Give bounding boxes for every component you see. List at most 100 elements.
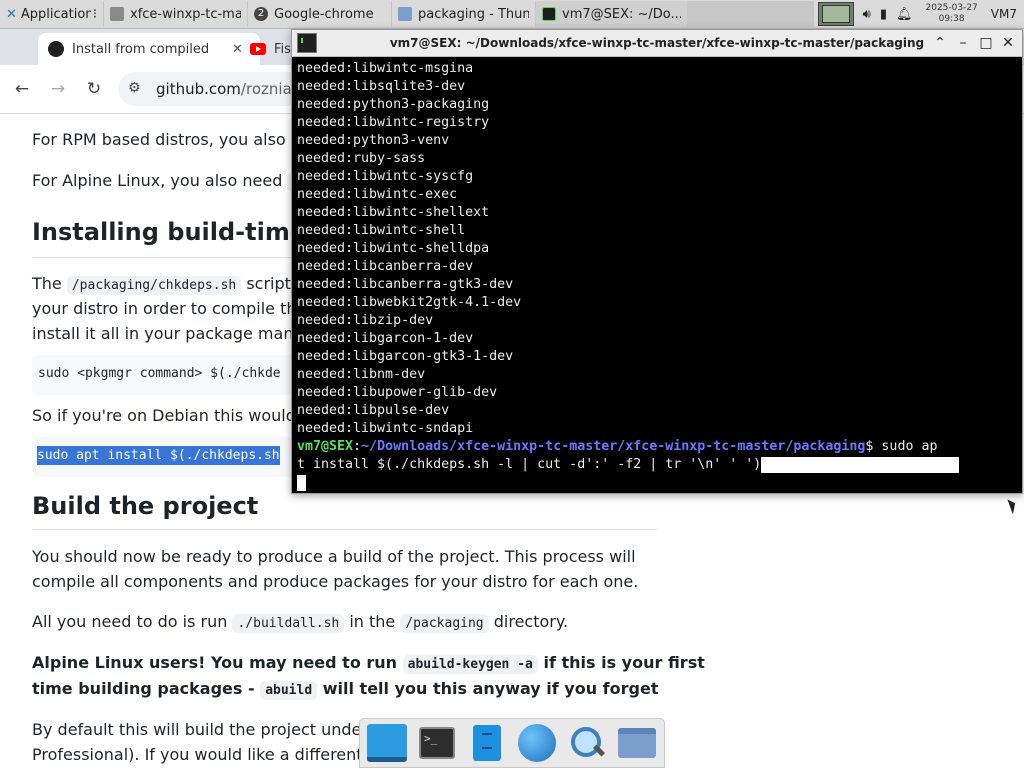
tab-label: Fis	[274, 41, 291, 57]
dock-file-manager[interactable]	[465, 721, 509, 765]
terminal-line: needed:libwintc-registry	[297, 115, 490, 130]
user-menu[interactable]: VM7	[991, 7, 1020, 21]
terminal-line: needed:libwintc-sndapi	[297, 421, 474, 436]
paragraph-ready-line2: compile all components and produce packa…	[32, 572, 639, 591]
top-panel: ✕ Applications ⁝ xfce-winxp-tc-ma... 2 G…	[0, 0, 1024, 29]
paragraph-ready-line1: You should now be ready to produce a bui…	[32, 547, 636, 566]
taskbar-button-chrome[interactable]: 2 Google-chrome	[248, 1, 392, 27]
paragraph-text: For Alpine Linux, you also need	[32, 171, 283, 190]
task-label: xfce-winxp-tc-ma...	[130, 6, 241, 22]
app-finder-icon	[569, 725, 606, 761]
paragraph-chkdeps-line3: install it all in your package manag	[32, 324, 314, 343]
terminal-line: needed:libwintc-msgina	[297, 61, 474, 76]
terminal-icon: >_	[419, 727, 455, 759]
panel-spacer	[688, 1, 814, 27]
chrome-icon: 2	[254, 7, 268, 21]
terminal-window[interactable]: vm7@SEX: ~/Downloads/xfce-winxp-tc-maste…	[291, 29, 1023, 494]
back-button[interactable]: ←	[10, 77, 34, 101]
task-label: Google-chrome	[274, 6, 374, 22]
notification-bell-icon[interactable]: 🔔︎	[896, 7, 913, 22]
forward-button[interactable]: →	[46, 77, 70, 101]
dock: >_	[359, 718, 665, 768]
paragraph-text: Alpine Linux users! You may need to run	[32, 653, 398, 672]
github-icon	[48, 41, 64, 57]
window-shade-button[interactable]: ⌃	[931, 34, 949, 52]
folder-icon	[398, 7, 412, 21]
terminal-line: needed:libwintc-exec	[297, 187, 458, 202]
paragraph-text: in the	[349, 612, 396, 631]
terminal-line: needed:python3-venv	[297, 133, 450, 148]
clock-time: 09:38	[938, 14, 965, 24]
applications-menu-button[interactable]: ✕ Applications ⁝	[0, 1, 104, 27]
terminal-line: needed:ruby-sass	[297, 151, 426, 166]
terminal-line: needed:libsqlite3-dev	[297, 79, 466, 94]
paragraph-default-line1: By default this will build the project u…	[32, 720, 390, 739]
terminal-line: needed:libwintc-shelldpa	[297, 241, 490, 256]
paragraph-rpm: For RPM based distros, you also ne	[32, 130, 311, 149]
clock[interactable]: 2025-03-27 09:38	[921, 3, 981, 25]
command-text-wrapped: t install $(./chkdeps.sh -l | cut -d':' …	[297, 457, 762, 472]
battery-icon[interactable]: ▮	[880, 7, 887, 22]
selected-code-text[interactable]: sudo apt install $(./chkdeps.sh	[37, 446, 280, 465]
dock-web-browser[interactable]	[515, 721, 559, 765]
paragraph-text: The	[32, 274, 62, 293]
taskbar-button-terminal[interactable]: vm7@SEX: ~/Do...	[536, 1, 688, 27]
workspace-thumbnail	[821, 5, 850, 23]
inline-code: abuild-keygen -a	[402, 655, 538, 674]
task-label: vm7@SEX: ~/Do...	[562, 6, 681, 22]
paragraph-default-line2: Professional). If you would like a diffe…	[32, 745, 383, 764]
terminal-line: needed:python3-packaging	[297, 97, 490, 112]
prompt-path: ~/Downloads/xfce-winxp-tc-master/xfce-wi…	[361, 439, 866, 454]
web-browser-icon	[518, 724, 556, 762]
tab-install-from-compiled[interactable]: Install from compiled ✕	[38, 33, 260, 65]
paragraph-text: time building packages -	[32, 679, 255, 698]
terminal-line: needed:libzip-dev	[297, 313, 434, 328]
inline-code: ./buildall.sh	[232, 614, 345, 633]
prompt-colon: :	[353, 439, 362, 454]
minimize-button[interactable]: –	[954, 34, 972, 52]
applications-menu-mark: ⁝	[92, 6, 97, 22]
paragraph-text: if this is your first	[543, 653, 705, 672]
chrome-window-icon	[110, 7, 124, 21]
terminal-line: needed:libpulse-dev	[297, 403, 450, 418]
heading-build-the-project: Build the project	[32, 492, 259, 520]
terminal-command-line: t install $(./chkdeps.sh -l | cut -d':' …	[297, 456, 1019, 474]
terminal-line: needed:libnm-dev	[297, 367, 426, 382]
prompt-user: vm7@SEX	[297, 439, 354, 454]
dock-terminal[interactable]: >_	[415, 721, 459, 765]
close-button[interactable]: ✕	[999, 34, 1017, 52]
terminal-titlebar[interactable]: vm7@SEX: ~/Downloads/xfce-winxp-tc-maste…	[292, 30, 1022, 57]
paragraph-text: directory.	[493, 612, 569, 631]
volume-icon[interactable]: 🔊︎	[863, 7, 871, 22]
reload-button[interactable]: ↻	[82, 77, 106, 101]
heading-installing-build-time: Installing build-time d	[32, 218, 332, 246]
terminal-input-line[interactable]	[297, 474, 1019, 492]
taskbar-button-github[interactable]: xfce-winxp-tc-ma...	[104, 1, 248, 27]
code-text: sudo <pkgmgr command> $(./chkde	[38, 366, 281, 381]
tab-label: Install from compiled	[72, 41, 210, 57]
paragraph-text: All you need to do is run	[32, 612, 228, 631]
terminal-output[interactable]: needed:libwintc-msgina needed:libsqlite3…	[297, 60, 1019, 492]
dock-app-finder[interactable]	[565, 721, 609, 765]
terminal-line: needed:libgarcon-1-dev	[297, 331, 474, 346]
terminal-title: vm7@SEX: ~/Downloads/xfce-winxp-tc-maste…	[389, 36, 925, 50]
paragraph-alpine-note: Alpine Linux users! You may need to run …	[32, 653, 705, 674]
site-info-icon[interactable]: ⚙︎	[128, 80, 141, 96]
terminal-line: needed:libcanberra-dev	[297, 259, 474, 274]
command-text: sudo ap	[873, 439, 938, 454]
paragraph-chkdeps-line2: your distro in order to compile the	[32, 299, 307, 318]
maximize-button[interactable]: □	[977, 34, 995, 52]
dock-show-desktop[interactable]	[365, 721, 409, 765]
youtube-icon	[250, 43, 266, 55]
workspace-switcher[interactable]	[817, 2, 854, 26]
terminal-prompt-line: vm7@SEX:~/Downloads/xfce-winxp-tc-master…	[297, 438, 1019, 456]
clock-date: 2025-03-27	[925, 3, 978, 13]
taskbar-button-thunar[interactable]: packaging - Thunar	[392, 1, 536, 27]
terminal-line: needed:libwintc-shell	[297, 223, 466, 238]
paragraph-debian: So if you're on Debian this would b	[32, 406, 312, 425]
inline-code: abuild	[260, 681, 318, 700]
inline-code: /packaging/chkdeps.sh	[66, 276, 242, 295]
terminal-line: needed:libupower-glib-dev	[297, 385, 498, 400]
dock-folder[interactable]	[615, 721, 659, 765]
task-label: packaging - Thunar	[418, 6, 529, 22]
